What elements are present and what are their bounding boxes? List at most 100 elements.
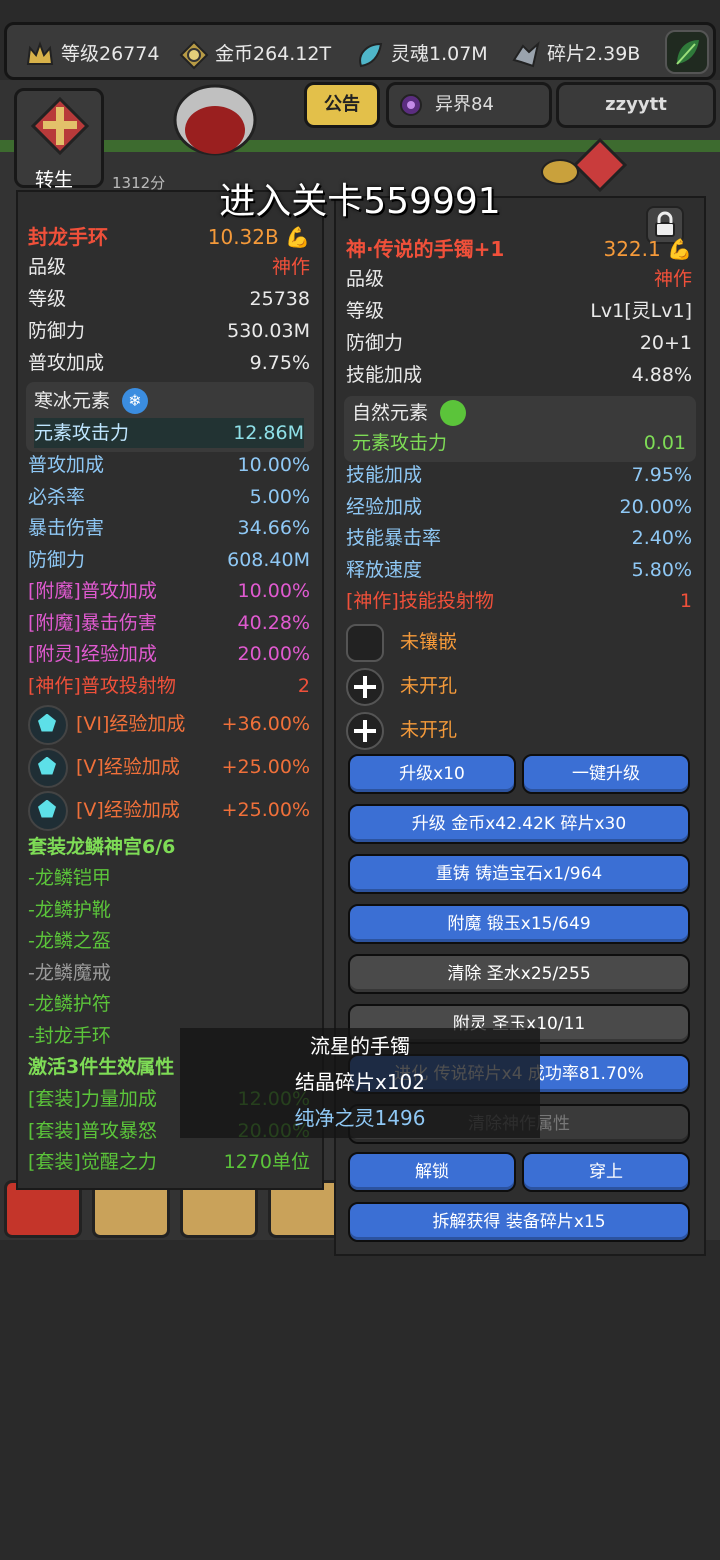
affix-row-label: [附灵]经验加成 bbox=[28, 643, 157, 665]
base-stat-row-value: 神作 bbox=[271, 256, 310, 278]
one-click-upgrade-button[interactable]: 一键升级 bbox=[522, 754, 690, 794]
upgrade-x10-button[interactable]: 升级x10 bbox=[348, 754, 516, 794]
toast-line: 纯净之灵1496 bbox=[294, 1106, 426, 1130]
affix-row-label: 技能暴击率 bbox=[346, 527, 442, 549]
affix-row-value: 2.40% bbox=[631, 527, 692, 549]
element-attack-row: 元素攻击力 12.86M bbox=[34, 418, 304, 448]
gem-value: +25.00% bbox=[221, 756, 310, 778]
set-bonus-row-label: [套装]觉醒之力 bbox=[28, 1151, 157, 1173]
gem-row: [VI]经验加成 +36.00% bbox=[28, 704, 310, 745]
affix-row-label: 普攻加成 bbox=[28, 454, 105, 476]
affix-row: [附灵]经验加成 20.00% bbox=[28, 639, 310, 669]
item-power-value: 10.32B bbox=[207, 225, 279, 249]
equip-button[interactable]: 穿上 bbox=[522, 1152, 690, 1192]
plus-icon bbox=[346, 711, 384, 750]
base-stat-row-label: 普攻加成 bbox=[28, 352, 105, 374]
detail-name-row: 神·传说的手镯+1 322.1 💪 bbox=[346, 234, 692, 264]
dismantle-button[interactable]: 拆解获得 装备碎片x15 bbox=[348, 1202, 690, 1242]
affix-row-value: 34.66% bbox=[237, 517, 310, 539]
base-stat-row-label: 等级 bbox=[28, 288, 67, 310]
affix-row-value: 5.80% bbox=[631, 558, 692, 581]
level-text: 等级26774 bbox=[61, 43, 160, 65]
affix-row-label: 必杀率 bbox=[28, 485, 86, 508]
socket-label: 未开孔 bbox=[400, 719, 458, 741]
base-stat-row-value: 神作 bbox=[653, 268, 692, 290]
affix-row-label: [附魔]暴击伤害 bbox=[28, 611, 157, 634]
base-stat-row-value: 4.88% bbox=[631, 364, 692, 386]
base-stat-row-value: 530.03M bbox=[227, 320, 310, 342]
affix-row-value: 10.00% bbox=[237, 580, 310, 602]
socket-label: 未镶嵌 bbox=[400, 631, 458, 653]
element-attack-row: 元素攻击力 0.01 bbox=[352, 428, 686, 458]
user-tab[interactable]: zzyytt bbox=[556, 82, 716, 128]
dismantle-label: 拆解获得 装备碎片x15 bbox=[432, 1212, 606, 1232]
item-name: 封龙手环 bbox=[28, 225, 108, 249]
world-tab[interactable]: 异界84 bbox=[386, 82, 552, 128]
set-bonus-row: [套装]觉醒之力 1270单位 bbox=[28, 1147, 310, 1177]
shard-icon bbox=[512, 40, 540, 67]
base-stat-row: 普攻加成 9.75% bbox=[28, 348, 310, 378]
equip-label: 穿上 bbox=[589, 1162, 623, 1182]
set-title-row: 套装龙鳞神宫6/6 bbox=[28, 832, 310, 862]
affix-row: 必杀率 5.00% bbox=[28, 482, 310, 512]
base-stat-row: 防御力 530.03M bbox=[28, 316, 310, 346]
item-name-row: 封龙手环 10.32B 💪 bbox=[28, 222, 310, 252]
gem-label: [V]经验加成 bbox=[76, 799, 180, 821]
leaf-icon bbox=[676, 40, 699, 65]
socket-label: 未开孔 bbox=[400, 675, 458, 697]
gem-icon bbox=[28, 704, 68, 745]
socket-row-1[interactable]: 未镶嵌 bbox=[346, 622, 692, 662]
set-item-row: -龙鳞铠甲 bbox=[28, 863, 310, 893]
base-stat-row-label: 品级 bbox=[346, 268, 385, 290]
coin-icon bbox=[179, 40, 209, 69]
affix-row: [附魔]暴击伤害 40.28% bbox=[28, 608, 310, 638]
base-stat-row: 技能加成 4.88% bbox=[346, 360, 692, 390]
element-attack-label: 元素攻击力 bbox=[352, 432, 448, 454]
unlock-button[interactable]: 解锁 bbox=[348, 1152, 516, 1192]
notice-tab[interactable]: 公告 bbox=[304, 82, 380, 128]
level-resource: 等级26774 bbox=[25, 39, 159, 70]
stage-title: 进入关卡559991 bbox=[219, 181, 501, 222]
gem-label: [V]经验加成 bbox=[76, 756, 180, 778]
affix-row-label: [神作]普攻投射物 bbox=[28, 674, 176, 697]
gem-row: [V]经验加成 +25.00% bbox=[28, 790, 310, 831]
item-power: 10.32B 💪 bbox=[208, 222, 310, 252]
soul-icon bbox=[359, 42, 383, 67]
enchant-button[interactable]: 附魔 锻玉x15/649 bbox=[348, 904, 690, 944]
affix-row-value: 7.95% bbox=[631, 464, 692, 486]
affix-row: 防御力 608.40M bbox=[28, 545, 310, 575]
base-stat-row: 品级 神作 bbox=[346, 264, 692, 294]
affix-row: 释放速度 5.80% bbox=[346, 555, 692, 585]
socket-row-3[interactable]: 未开孔 bbox=[346, 710, 692, 750]
base-stat-row: 品级 神作 bbox=[28, 252, 310, 282]
element-section: 寒冰元素 ❄ 元素攻击力 12.86M bbox=[26, 382, 314, 452]
toast-line: 结晶碎片x102 bbox=[294, 1070, 425, 1094]
world-label: 异界84 bbox=[435, 94, 494, 115]
base-stat-row-label: 技能加成 bbox=[346, 364, 423, 386]
set-item-row: -龙鳞护靴 bbox=[28, 895, 310, 925]
affix-row-label: 防御力 bbox=[28, 548, 86, 571]
base-stat-row: 等级 25738 bbox=[28, 284, 310, 314]
affix-row-value: 40.28% bbox=[237, 611, 310, 634]
affix-row-value: 5.00% bbox=[249, 485, 310, 508]
base-stat-row-value: 9.75% bbox=[249, 352, 310, 374]
notice-label: 公告 bbox=[324, 94, 360, 115]
element-attack-label: 元素攻击力 bbox=[34, 422, 130, 444]
element-row: 自然元素 bbox=[352, 398, 686, 428]
base-stat-row-value: 25738 bbox=[249, 288, 310, 310]
snowflake-icon: ❄ bbox=[122, 388, 148, 414]
socket-row-2[interactable]: 未开孔 bbox=[346, 666, 692, 706]
resource-bar: 等级26774 金币264.12T 灵魂1.07M 碎片2.39B bbox=[4, 22, 716, 80]
base-stat-row: 等级 Lv1[灵Lv1] bbox=[346, 296, 692, 326]
clear-button[interactable]: 清除 圣水x25/255 bbox=[348, 954, 690, 994]
affix-row: 技能暴击率 2.40% bbox=[346, 523, 692, 553]
leaf-menu-button[interactable] bbox=[665, 30, 709, 74]
set-item-label: -龙鳞护符 bbox=[28, 993, 111, 1015]
gem-row: [V]经验加成 +25.00% bbox=[28, 747, 310, 788]
upgrade-button[interactable]: 升级 金币x42.42K 碎片x30 bbox=[348, 804, 690, 844]
reward-toast: 流星的手镯 结晶碎片x102 纯净之灵1496 bbox=[180, 1028, 540, 1138]
gold-text: 金币264.12T bbox=[215, 43, 332, 65]
set-item-label: -封龙手环 bbox=[28, 1024, 111, 1047]
muscle-icon: 💪 bbox=[285, 225, 310, 249]
reforge-button[interactable]: 重铸 铸造宝石x1/964 bbox=[348, 854, 690, 894]
